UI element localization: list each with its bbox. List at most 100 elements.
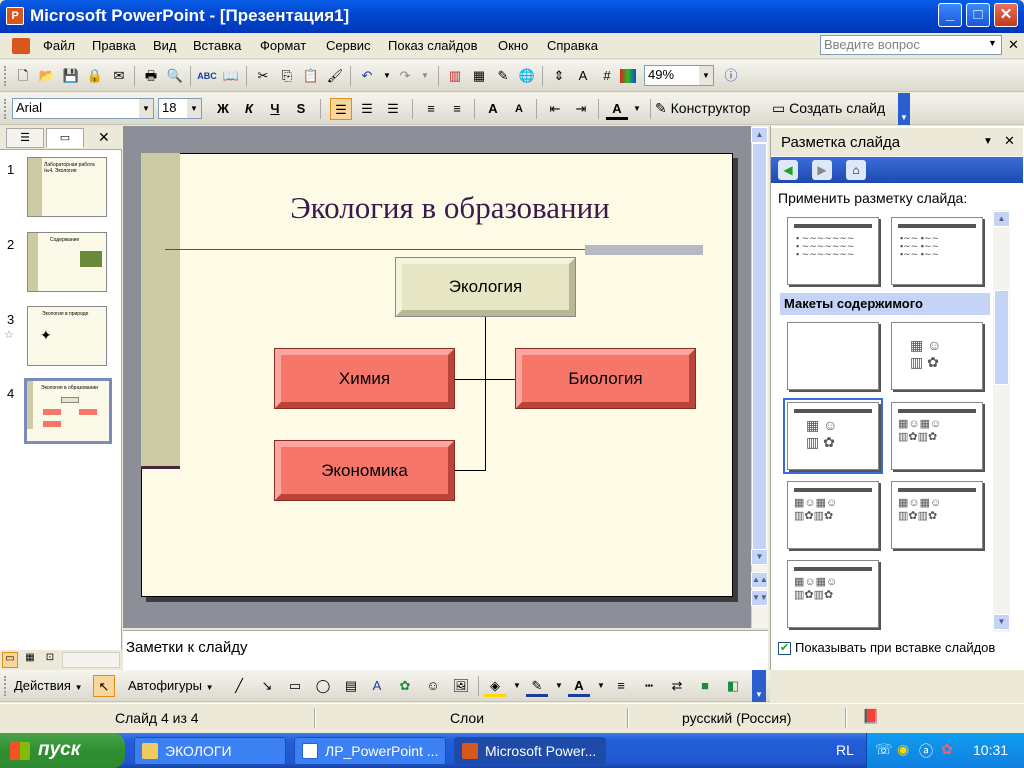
task-pane-close-icon[interactable]: ✕ xyxy=(1004,133,1015,149)
prev-slide-icon[interactable]: ▲▲ xyxy=(751,572,768,588)
print-icon[interactable]: 🖶 xyxy=(140,65,162,87)
decrease-font-icon[interactable]: A xyxy=(508,98,530,120)
draw-toolbar-options-icon[interactable]: ▼ xyxy=(752,670,766,702)
layout-title-text[interactable]: ▪ ∼∼∼∼∼∼∼ ▪ ∼∼∼∼∼∼∼ ▪ ∼∼∼∼∼∼∼ xyxy=(787,217,879,285)
font-color-icon[interactable]: A xyxy=(606,98,628,120)
tab-outline[interactable]: ☰ xyxy=(6,128,44,148)
underline-button[interactable]: Ч xyxy=(264,98,286,120)
powerpoint-app-icon[interactable]: P xyxy=(6,7,24,25)
menu-window[interactable]: Окно xyxy=(498,38,528,53)
copy-icon[interactable]: ⎘ xyxy=(276,65,298,87)
home-icon[interactable]: ⌂ xyxy=(846,160,866,180)
select-pointer-icon[interactable]: ↖ xyxy=(93,675,115,697)
new-icon[interactable]: 🗋 xyxy=(12,65,34,87)
task-pane-menu-icon[interactable]: ▼ xyxy=(983,136,993,147)
layout-title-two-content-stack[interactable]: ▦☺▦☺ ▥✿▥✿ xyxy=(891,481,983,549)
toolbar-grip[interactable] xyxy=(4,99,7,119)
picture-icon[interactable]: 🖼 xyxy=(450,675,472,697)
designer-button[interactable]: ✎ Конструктор xyxy=(655,100,750,117)
italic-button[interactable]: К xyxy=(238,98,260,120)
layout-title-four-content[interactable]: ▦☺▦☺ ▥✿▥✿ xyxy=(787,560,879,628)
security-icon[interactable]: ◉ xyxy=(897,741,909,758)
shadow-style-icon[interactable]: ■ xyxy=(694,675,716,697)
fill-color-icon[interactable]: ◈ xyxy=(484,675,506,697)
back-icon[interactable]: ◀ xyxy=(778,160,798,180)
start-button[interactable]: пуск xyxy=(0,733,125,768)
ask-question-input[interactable]: Введите вопрос xyxy=(820,35,1002,55)
save-icon[interactable]: 💾 xyxy=(60,65,82,87)
help-icon[interactable]: ⓘ xyxy=(720,65,742,87)
spelling-status-icon[interactable]: 📕 xyxy=(862,708,879,725)
close-button[interactable]: ✕ xyxy=(994,3,1018,27)
diagram-icon[interactable]: ✿ xyxy=(394,675,416,697)
forward-icon[interactable]: ▶ xyxy=(812,160,832,180)
menu-edit[interactable]: Правка xyxy=(92,38,136,53)
decrease-indent-icon[interactable]: ⇤ xyxy=(544,98,566,120)
textbox-icon[interactable]: ▤ xyxy=(340,675,362,697)
notes-area[interactable]: Заметки к слайду xyxy=(123,630,768,670)
ask-dropdown-icon[interactable]: ▼ xyxy=(988,38,997,48)
slide-thumbnail-2[interactable]: Содержание xyxy=(27,232,107,292)
autoshapes-menu[interactable]: Автофигуры ▼ xyxy=(128,678,214,693)
print-preview-icon[interactable]: 🔍 xyxy=(164,65,186,87)
insert-table-icon[interactable]: ▦ xyxy=(468,65,490,87)
slideshow-view-icon[interactable]: ⊡ xyxy=(42,652,58,668)
gallery-scroll-up-icon[interactable]: ▲ xyxy=(993,211,1010,227)
clipart-icon[interactable]: ☺ xyxy=(422,675,444,697)
network-icon[interactable]: ☏ xyxy=(875,741,893,758)
maximize-button[interactable]: □ xyxy=(966,3,990,27)
numbering-icon[interactable]: ≡ xyxy=(420,98,442,120)
menu-format[interactable]: Формат xyxy=(260,38,306,53)
font-color-dropdown-icon[interactable]: ▼ xyxy=(626,98,648,120)
gallery-scroll-down-icon[interactable]: ▼ xyxy=(993,614,1010,630)
menu-view[interactable]: Вид xyxy=(153,38,177,53)
show-on-insert-checkbox[interactable]: ✔ Показывать при вставке слайдов xyxy=(778,640,995,656)
scroll-thumb[interactable] xyxy=(752,143,767,558)
clock[interactable]: 10:31 xyxy=(973,742,1008,758)
menu-slideshow[interactable]: Показ слайдов xyxy=(388,38,478,53)
org-box-chemistry[interactable]: Химия xyxy=(274,348,455,409)
org-box-economics[interactable]: Экономика xyxy=(274,440,455,501)
layout-title-content[interactable]: ▦ ☺ ▥ ✿ xyxy=(783,398,883,474)
format-painter-icon[interactable]: 🖌 xyxy=(324,65,346,87)
redo-icon[interactable]: ↷ xyxy=(394,65,416,87)
insert-chart-icon[interactable]: ▥ xyxy=(444,65,466,87)
menu-help[interactable]: Справка xyxy=(547,38,598,53)
cut-icon[interactable]: ✂ xyxy=(252,65,274,87)
redo-dropdown-icon[interactable]: ▼ xyxy=(414,65,436,87)
hyperlink-icon[interactable]: 🌐 xyxy=(516,65,538,87)
normal-view-icon[interactable]: ▭ xyxy=(2,652,18,668)
bullets-icon[interactable]: ≡ xyxy=(446,98,468,120)
align-left-icon[interactable]: ☰ xyxy=(330,98,352,120)
show-formatting-icon[interactable]: A xyxy=(572,65,594,87)
menu-insert[interactable]: Вставка xyxy=(193,38,241,53)
next-slide-icon[interactable]: ▼▼ xyxy=(751,590,768,606)
task-folder-ecology[interactable]: ЭКОЛОГИ xyxy=(134,737,286,765)
menu-file[interactable]: Файл xyxy=(43,38,75,53)
oval-icon[interactable]: ◯ xyxy=(312,675,334,697)
doc-close-icon[interactable]: ✕ xyxy=(1008,37,1019,53)
size-dropdown-icon[interactable]: ▼ xyxy=(187,99,201,118)
align-center-icon[interactable]: ☰ xyxy=(356,98,378,120)
layout-two-column-text[interactable]: ▪∼∼ ▪∼∼ ▪∼∼ ▪∼∼ ▪∼∼ ▪∼∼ xyxy=(891,217,983,285)
menu-tools[interactable]: Сервис xyxy=(326,38,371,53)
minimize-button[interactable]: _ xyxy=(938,3,962,27)
tables-borders-icon[interactable]: ✎ xyxy=(492,65,514,87)
line-icon[interactable]: ╱ xyxy=(228,675,250,697)
research-icon[interactable]: 📖 xyxy=(220,65,242,87)
slide-thumbnail-1[interactable]: Лабораторная работа №4. Экология xyxy=(27,157,107,217)
line-color-icon[interactable]: ✎ xyxy=(526,675,548,697)
layout-blank[interactable] xyxy=(787,322,879,390)
wordart-icon[interactable]: A xyxy=(366,675,388,697)
fill-dropdown-icon[interactable]: ▼ xyxy=(506,675,528,697)
align-right-icon[interactable]: ☰ xyxy=(382,98,404,120)
new-slide-button[interactable]: ▭ Создать слайд xyxy=(772,100,885,117)
task-word-document[interactable]: ЛР_PowerPoint ... xyxy=(294,737,446,765)
toolbar-grip[interactable] xyxy=(4,676,7,696)
toolbar-options-icon[interactable]: ▼ xyxy=(898,93,910,125)
slide-thumbnail-3[interactable]: Экология в природе ✦ xyxy=(27,306,107,366)
pane-close-icon[interactable]: ✕ xyxy=(98,129,110,146)
email-icon[interactable]: ✉ xyxy=(108,65,130,87)
bold-button[interactable]: Ж xyxy=(212,98,234,120)
task-powerpoint[interactable]: Microsoft Power... xyxy=(454,737,606,765)
